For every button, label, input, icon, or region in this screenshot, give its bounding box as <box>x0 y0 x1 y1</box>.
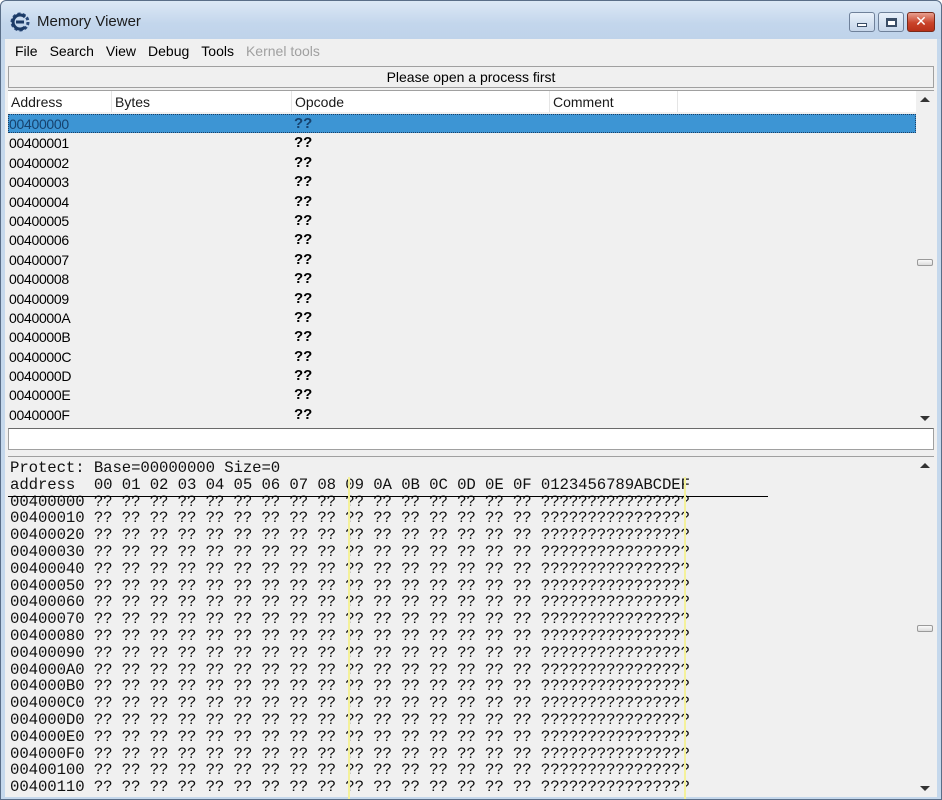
scroll-thumb[interactable] <box>917 625 933 632</box>
scroll-up-icon[interactable] <box>920 463 930 468</box>
row-opcode: ?? <box>294 270 313 288</box>
scroll-thumb[interactable] <box>917 259 933 266</box>
disassembler-row[interactable]: 00400006?? <box>8 230 916 249</box>
memory-viewer-window: Memory Viewer ✕ File Search View Debug Tools… <box>0 0 942 800</box>
row-address: 00400009 <box>9 290 69 307</box>
disassembler-row[interactable]: 00400004?? <box>8 192 916 211</box>
row-opcode: ?? <box>294 308 313 326</box>
scroll-down-icon[interactable] <box>920 416 930 421</box>
menu-tools[interactable]: Tools <box>195 43 240 59</box>
scroll-down-icon[interactable] <box>920 786 930 791</box>
disassembler-view[interactable]: Address Bytes Opcode Comment 00400000?? 0… <box>8 90 934 427</box>
row-opcode: ?? <box>294 211 313 229</box>
row-address: 00400001 <box>9 135 69 152</box>
row-opcode: ?? <box>294 153 313 171</box>
row-address: 00400008 <box>9 271 69 288</box>
row-opcode: ?? <box>294 289 313 307</box>
column-header-address[interactable]: Address <box>8 91 112 112</box>
row-opcode: ?? <box>294 115 313 132</box>
column-header-opcode[interactable]: Opcode <box>292 91 550 112</box>
status-message: Please open a process first <box>386 69 556 85</box>
disassembler-row[interactable]: 00400000?? <box>8 114 916 134</box>
row-address: 00400004 <box>9 193 69 210</box>
disassembler-row[interactable]: 0040000C?? <box>8 347 916 366</box>
close-button[interactable]: ✕ <box>907 12 935 32</box>
disassembler-row[interactable]: 00400002?? <box>8 153 916 172</box>
row-opcode: ?? <box>294 192 313 210</box>
hex-protect-line: Protect: Base=00000000 Size=0 <box>10 459 281 477</box>
hex-view[interactable]: Protect: Base=00000000 Size=0 address 00 … <box>8 456 934 799</box>
row-address: 0040000B <box>9 329 71 346</box>
disassembler-scrollbar[interactable] <box>916 91 934 427</box>
disassembler-row[interactable]: 00400008?? <box>8 269 916 288</box>
column-header-comment[interactable]: Comment <box>550 91 678 112</box>
row-address: 0040000D <box>9 368 72 385</box>
row-opcode: ?? <box>294 173 313 191</box>
disassembler-row[interactable]: 0040000B?? <box>8 327 916 346</box>
close-icon: ✕ <box>915 14 927 30</box>
hex-header-divider <box>8 496 768 497</box>
menu-bar: File Search View Debug Tools Kernel tools <box>5 39 937 63</box>
menu-view[interactable]: View <box>100 43 142 59</box>
disassembler-row[interactable]: 00400003?? <box>8 172 916 191</box>
row-opcode: ?? <box>294 231 313 249</box>
row-address: 00400003 <box>9 174 69 191</box>
disassembler-row[interactable]: 00400007?? <box>8 250 916 269</box>
disassembler-row[interactable]: 0040000E?? <box>8 385 916 404</box>
ascii-column-marker <box>684 477 686 799</box>
process-status-bar[interactable]: Please open a process first <box>8 66 934 88</box>
column-header-bytes[interactable]: Bytes <box>112 91 292 112</box>
disassembler-row[interactable]: 00400001?? <box>8 133 916 152</box>
disassembler-row[interactable]: 00400009?? <box>8 289 916 308</box>
row-address: 00400007 <box>9 251 69 268</box>
menu-file[interactable]: File <box>9 43 44 59</box>
row-opcode: ?? <box>294 134 313 152</box>
maximize-icon <box>885 17 897 27</box>
minimize-button[interactable] <box>849 12 875 32</box>
disassembler-row[interactable]: 0040000D?? <box>8 366 916 385</box>
disassembler-rows: 00400000?? 00400001?? 00400002?? 00400003??… <box>8 114 916 424</box>
hex-column-marker <box>348 477 350 799</box>
cheat-engine-gear-icon <box>10 12 30 32</box>
row-address: 00400002 <box>9 154 69 171</box>
menu-kernel-tools: Kernel tools <box>245 43 320 59</box>
disassembler-row[interactable]: 0040000A?? <box>8 308 916 327</box>
hexview-scrollbar[interactable] <box>916 457 934 797</box>
row-opcode: ?? <box>294 405 313 423</box>
row-address: 0040000F <box>9 406 70 423</box>
disassembler-row[interactable]: 0040000F?? <box>8 405 916 424</box>
minimize-icon <box>857 23 867 27</box>
row-address: 00400006 <box>9 232 69 249</box>
scroll-up-icon[interactable] <box>920 97 930 102</box>
menu-search[interactable]: Search <box>44 43 100 59</box>
row-opcode: ?? <box>294 367 313 385</box>
window-title: Memory Viewer <box>37 13 141 30</box>
row-opcode: ?? <box>294 386 313 404</box>
menu-debug[interactable]: Debug <box>142 43 195 59</box>
row-address: 00400000 <box>9 116 69 132</box>
disassembler-row[interactable]: 00400005?? <box>8 211 916 230</box>
row-opcode: ?? <box>294 250 313 268</box>
row-address: 0040000C <box>9 348 72 365</box>
row-address: 0040000A <box>9 309 71 326</box>
row-opcode: ?? <box>294 328 313 346</box>
row-address: 0040000E <box>9 387 71 404</box>
row-address: 00400005 <box>9 212 69 229</box>
disassembler-header: Address Bytes Opcode Comment <box>8 91 916 112</box>
row-opcode: ?? <box>294 347 313 365</box>
command-input[interactable] <box>8 428 934 450</box>
maximize-button[interactable] <box>878 12 904 32</box>
title-bar[interactable]: Memory Viewer ✕ <box>1 1 941 39</box>
window-client: File Search View Debug Tools Kernel tools Ple… <box>5 39 937 799</box>
